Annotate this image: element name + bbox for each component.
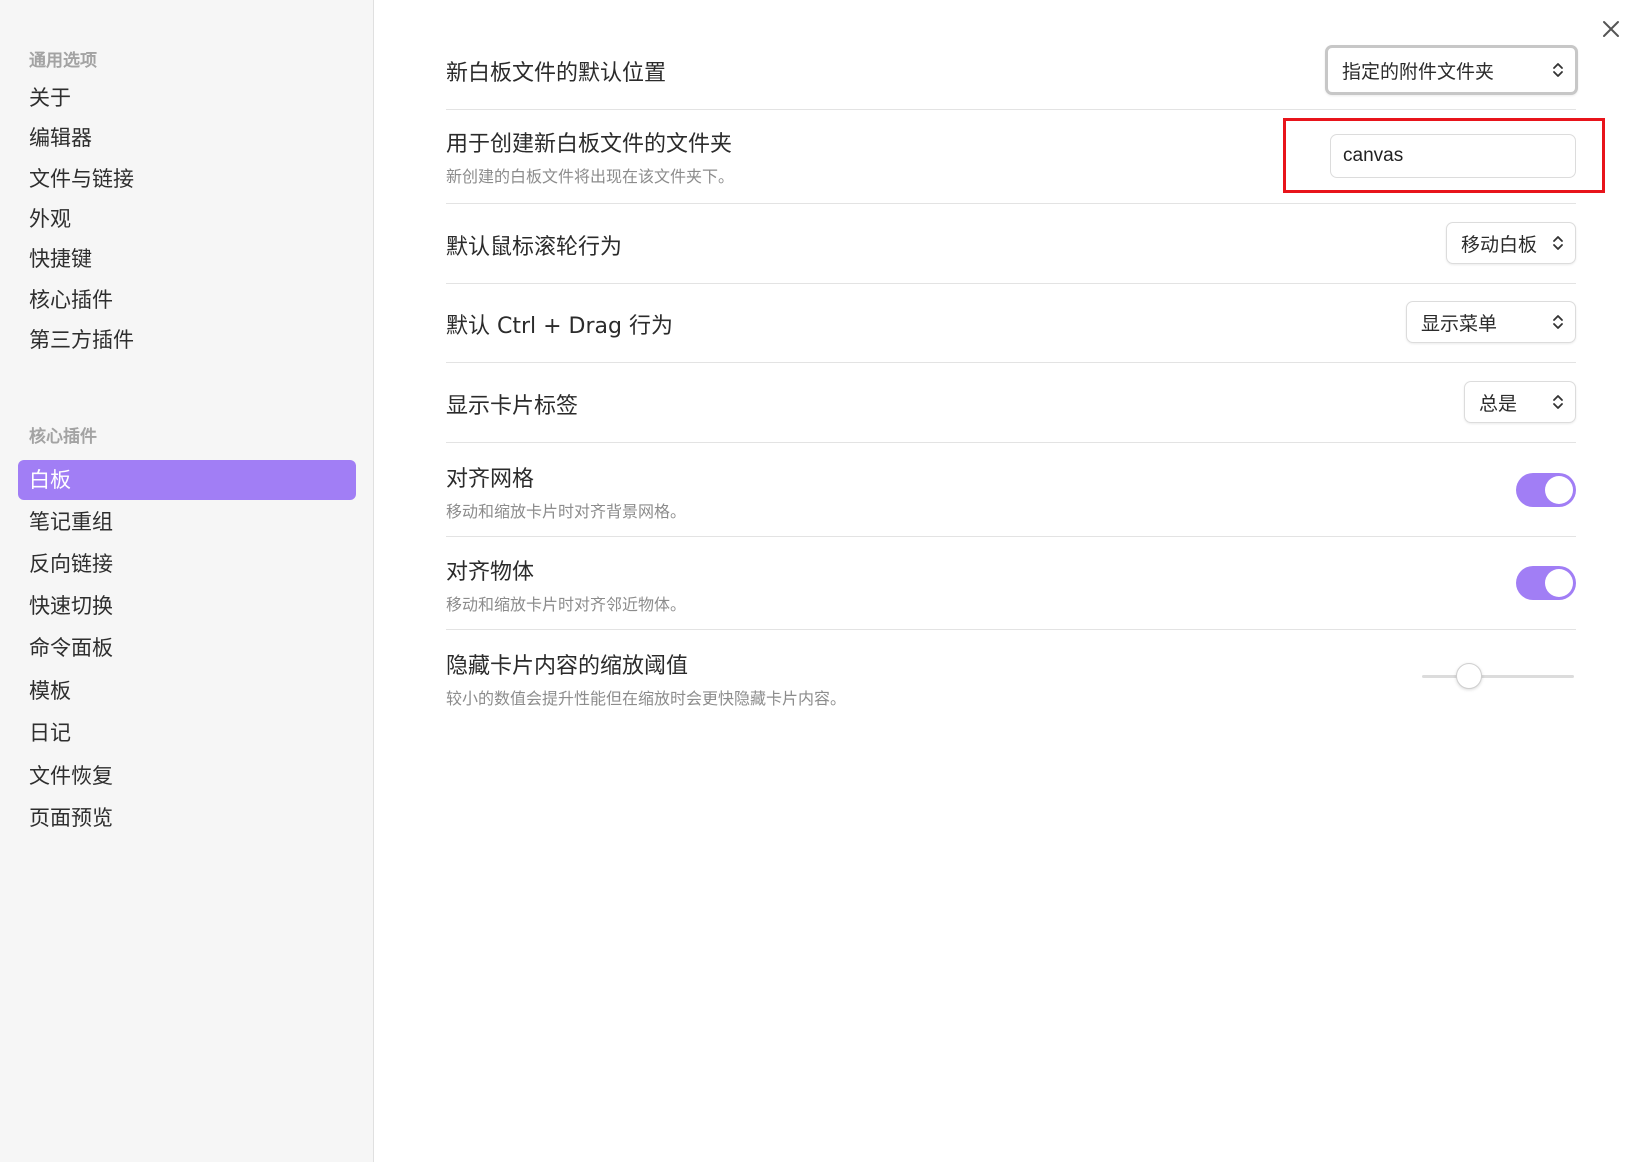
settings-sidebar: 通用选项 关于 编辑器 文件与链接 外观 快捷键 核心插件 第三方插件 核心插件… [0,0,374,1162]
setting-title: 对齐网格 [446,467,535,492]
setting-title: 新白板文件的默认位置 [446,61,667,86]
sidebar-item-community-plugins[interactable]: 第三方插件 [18,320,356,360]
sidebar-item-editor[interactable]: 编辑器 [18,118,356,158]
chevron-up-down-icon [1553,315,1563,329]
ctrl-drag-select[interactable]: 显示菜单 [1406,301,1576,343]
setting-title: 用于创建新白板文件的文件夹 [446,132,733,157]
setting-description: 新创建的白板文件将出现在该文件夹下。 [446,167,735,186]
toggle-knob [1545,569,1573,597]
sidebar-item-note-composer[interactable]: 笔记重组 [18,502,356,542]
setting-snap-objects: 对齐物体 移动和缩放卡片时对齐邻近物体。 [446,537,1576,630]
select-value: 移动白板 [1461,233,1538,256]
zoom-threshold-slider[interactable] [1422,663,1574,689]
chevron-up-down-icon [1553,236,1563,250]
sidebar-item-daily-notes[interactable]: 日记 [18,713,356,753]
sidebar-heading-core: 核心插件 [29,427,97,447]
settings-window: 通用选项 关于 编辑器 文件与链接 外观 快捷键 核心插件 第三方插件 核心插件… [0,0,1651,1162]
sidebar-item-files-links[interactable]: 文件与链接 [18,159,356,199]
sidebar-item-core-plugins[interactable]: 核心插件 [18,280,356,320]
setting-description: 移动和缩放卡片时对齐邻近物体。 [446,595,687,614]
sidebar-item-command-palette[interactable]: 命令面板 [18,628,356,668]
close-button[interactable] [1596,14,1626,44]
setting-zoom-threshold: 隐藏卡片内容的缩放阈值 较小的数值会提升性能但在缩放时会更快隐藏卡片内容。 [446,630,1576,720]
chevron-up-down-icon [1553,395,1563,409]
folder-input[interactable] [1330,134,1576,178]
setting-description: 较小的数值会提升性能但在缩放时会更快隐藏卡片内容。 [446,689,847,708]
scroll-behavior-select[interactable]: 移动白板 [1446,222,1576,264]
select-value: 指定的附件文件夹 [1342,60,1495,83]
sidebar-item-about[interactable]: 关于 [18,78,356,118]
sidebar-item-hotkeys[interactable]: 快捷键 [18,239,356,279]
setting-title: 隐藏卡片内容的缩放阈值 [446,654,689,679]
sidebar-item-appearance[interactable]: 外观 [18,199,356,239]
sidebar-item-page-preview[interactable]: 页面预览 [18,798,356,838]
default-location-select[interactable]: 指定的附件文件夹 [1325,45,1578,95]
slider-thumb[interactable] [1456,663,1482,689]
setting-title: 对齐物体 [446,560,535,585]
chevron-up-down-icon [1553,63,1563,77]
setting-snap-grid: 对齐网格 移动和缩放卡片时对齐背景网格。 [446,443,1576,537]
sidebar-item-file-recovery[interactable]: 文件恢复 [18,756,356,796]
sidebar-item-quick-switcher[interactable]: 快速切换 [18,586,356,626]
close-icon [1603,21,1619,37]
setting-title: 默认 Ctrl + Drag 行为 [446,314,673,339]
sidebar-item-templates[interactable]: 模板 [18,671,356,711]
sidebar-item-backlinks[interactable]: 反向链接 [18,544,356,584]
select-value: 总是 [1479,392,1518,415]
setting-title: 默认鼠标滚轮行为 [446,235,623,260]
select-value: 显示菜单 [1421,312,1498,335]
toggle-knob [1545,476,1573,504]
card-label-select[interactable]: 总是 [1464,381,1576,423]
setting-scroll-behavior: 默认鼠标滚轮行为 [446,204,1576,284]
sidebar-item-canvas[interactable]: 白板 [18,460,356,500]
setting-title: 显示卡片标签 [446,394,579,419]
slider-track [1422,675,1574,678]
setting-card-label: 显示卡片标签 [446,363,1576,443]
snap-objects-toggle[interactable] [1516,566,1576,600]
snap-grid-toggle[interactable] [1516,473,1576,507]
setting-description: 移动和缩放卡片时对齐背景网格。 [446,502,687,521]
sidebar-heading-general: 通用选项 [29,51,97,71]
